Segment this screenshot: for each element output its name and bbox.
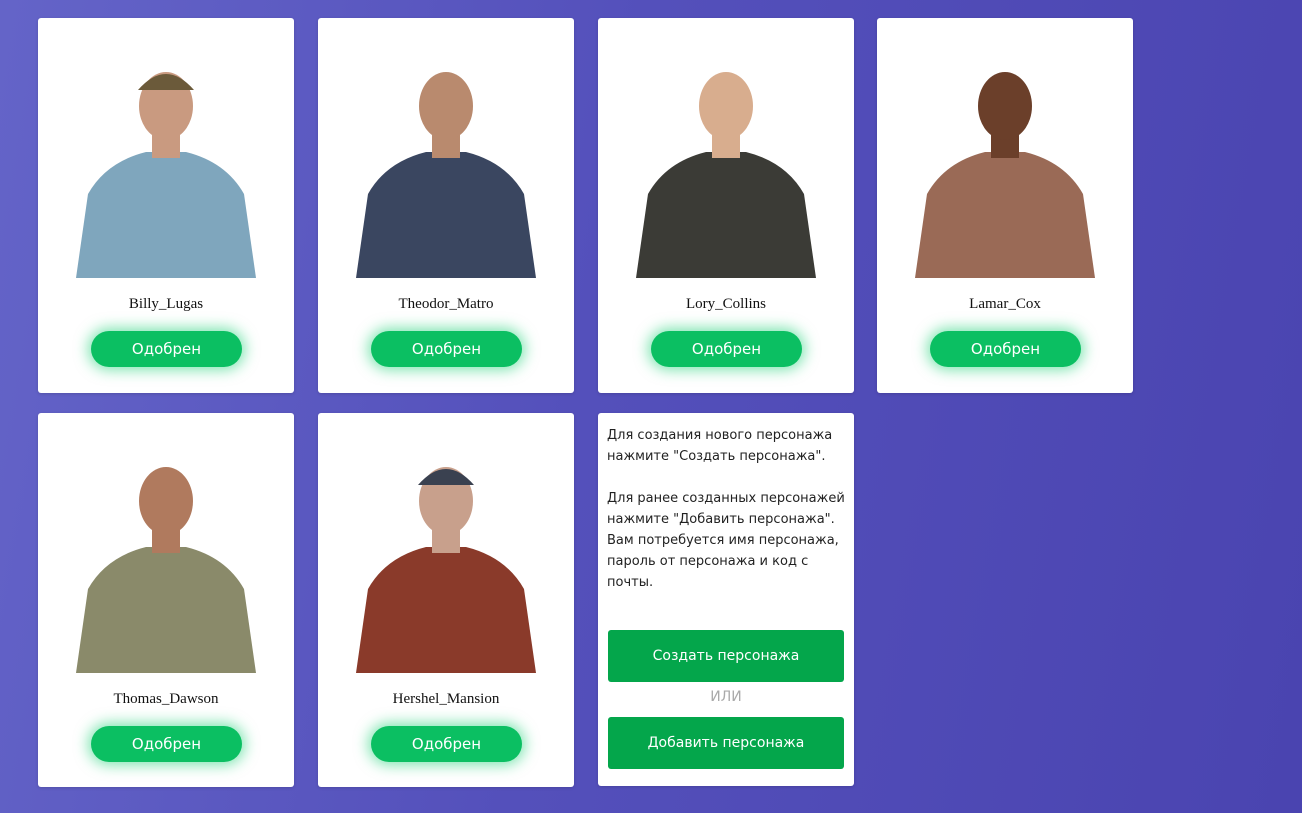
head-shape [978, 72, 1032, 140]
torso-shape [356, 547, 536, 673]
status-button[interactable]: Одобрен [371, 331, 522, 367]
status-button[interactable]: Одобрен [91, 726, 242, 762]
instructions-text: Для создания нового персонажа нажмите "С… [607, 425, 845, 614]
head-shape [139, 467, 193, 535]
status-button[interactable]: Одобрен [371, 726, 522, 762]
add-instructions: Для ранее созданных персонажей нажмите "… [607, 491, 845, 590]
status-button[interactable]: Одобрен [651, 331, 802, 367]
character-card[interactable]: Billy_Lugas Одобрен [38, 18, 294, 393]
head-shape [699, 72, 753, 140]
hat-shape [418, 469, 474, 485]
character-portrait [66, 439, 266, 673]
character-name: Theodor_Matro [398, 296, 494, 312]
add-character-button[interactable]: Добавить персонажа [608, 717, 844, 769]
torso-shape [915, 152, 1095, 278]
character-card[interactable]: Lamar_Cox Одобрен [877, 18, 1133, 393]
create-instructions: Для создания нового персонажа нажмите "С… [607, 428, 833, 464]
or-separator: ИЛИ [710, 689, 742, 705]
torso-shape [76, 152, 256, 278]
character-portrait [346, 44, 546, 278]
create-character-panel: Для создания нового персонажа нажмите "С… [598, 413, 854, 786]
torso-shape [76, 547, 256, 673]
character-name: Hershel_Mansion [392, 691, 500, 707]
status-button[interactable]: Одобрен [930, 331, 1081, 367]
character-portrait [905, 44, 1105, 278]
character-name: Thomas_Dawson [113, 691, 219, 707]
character-card[interactable]: Hershel_Mansion Одобрен [318, 413, 574, 787]
character-portrait [346, 439, 546, 673]
character-card[interactable]: Theodor_Matro Одобрен [318, 18, 574, 393]
character-card[interactable]: Lory_Collins Одобрен [598, 18, 854, 393]
status-button[interactable]: Одобрен [91, 331, 242, 367]
character-portrait [626, 44, 826, 278]
character-portrait [66, 44, 266, 278]
torso-shape [356, 152, 536, 278]
create-character-button[interactable]: Создать персонажа [608, 630, 844, 682]
character-name: Lory_Collins [685, 296, 766, 312]
character-name: Billy_Lugas [128, 296, 204, 312]
head-shape [419, 72, 473, 140]
hat-shape [138, 74, 194, 90]
torso-shape [636, 152, 816, 278]
character-card[interactable]: Thomas_Dawson Одобрен [38, 413, 294, 787]
character-name: Lamar_Cox [969, 296, 1041, 312]
